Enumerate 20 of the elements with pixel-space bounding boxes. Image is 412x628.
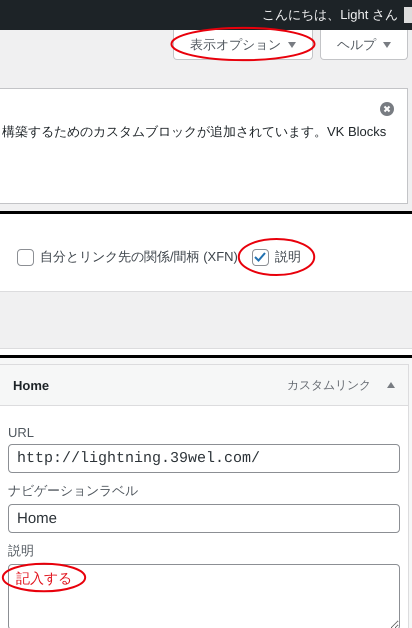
caret-down-icon <box>383 42 391 48</box>
description-textarea[interactable]: 記入する <box>8 564 400 628</box>
field-label: ナビゲーションラベル <box>8 482 139 500</box>
caret-up-icon <box>387 382 395 388</box>
checkbox-label[interactable]: 自分とリンク先の関係/間柄 (XFN) <box>40 248 238 266</box>
field-label: 説明 <box>8 542 35 560</box>
screen-tab-button[interactable]: ヘルプ <box>320 30 408 60</box>
url-field[interactable]: http://lightning.39wel.com/ <box>8 444 400 473</box>
greeting[interactable]: こんにちは、Light さん <box>262 6 398 24</box>
checkbox[interactable] <box>17 248 34 266</box>
menu-item-title: Home <box>13 378 50 392</box>
close-icon[interactable] <box>380 102 394 116</box>
toggle-button[interactable] <box>387 382 395 388</box>
caret-down-icon <box>288 42 296 48</box>
notice-text: 構築するためのカスタムブロックが追加されています。VK Blocks <box>2 123 388 141</box>
input-field[interactable]: Home <box>8 504 400 533</box>
menu-item-type: カスタムリンク <box>287 376 371 394</box>
checkbox-label[interactable]: 説明 <box>274 248 301 266</box>
checkbox[interactable] <box>252 248 269 266</box>
field-label: URL <box>8 425 36 440</box>
